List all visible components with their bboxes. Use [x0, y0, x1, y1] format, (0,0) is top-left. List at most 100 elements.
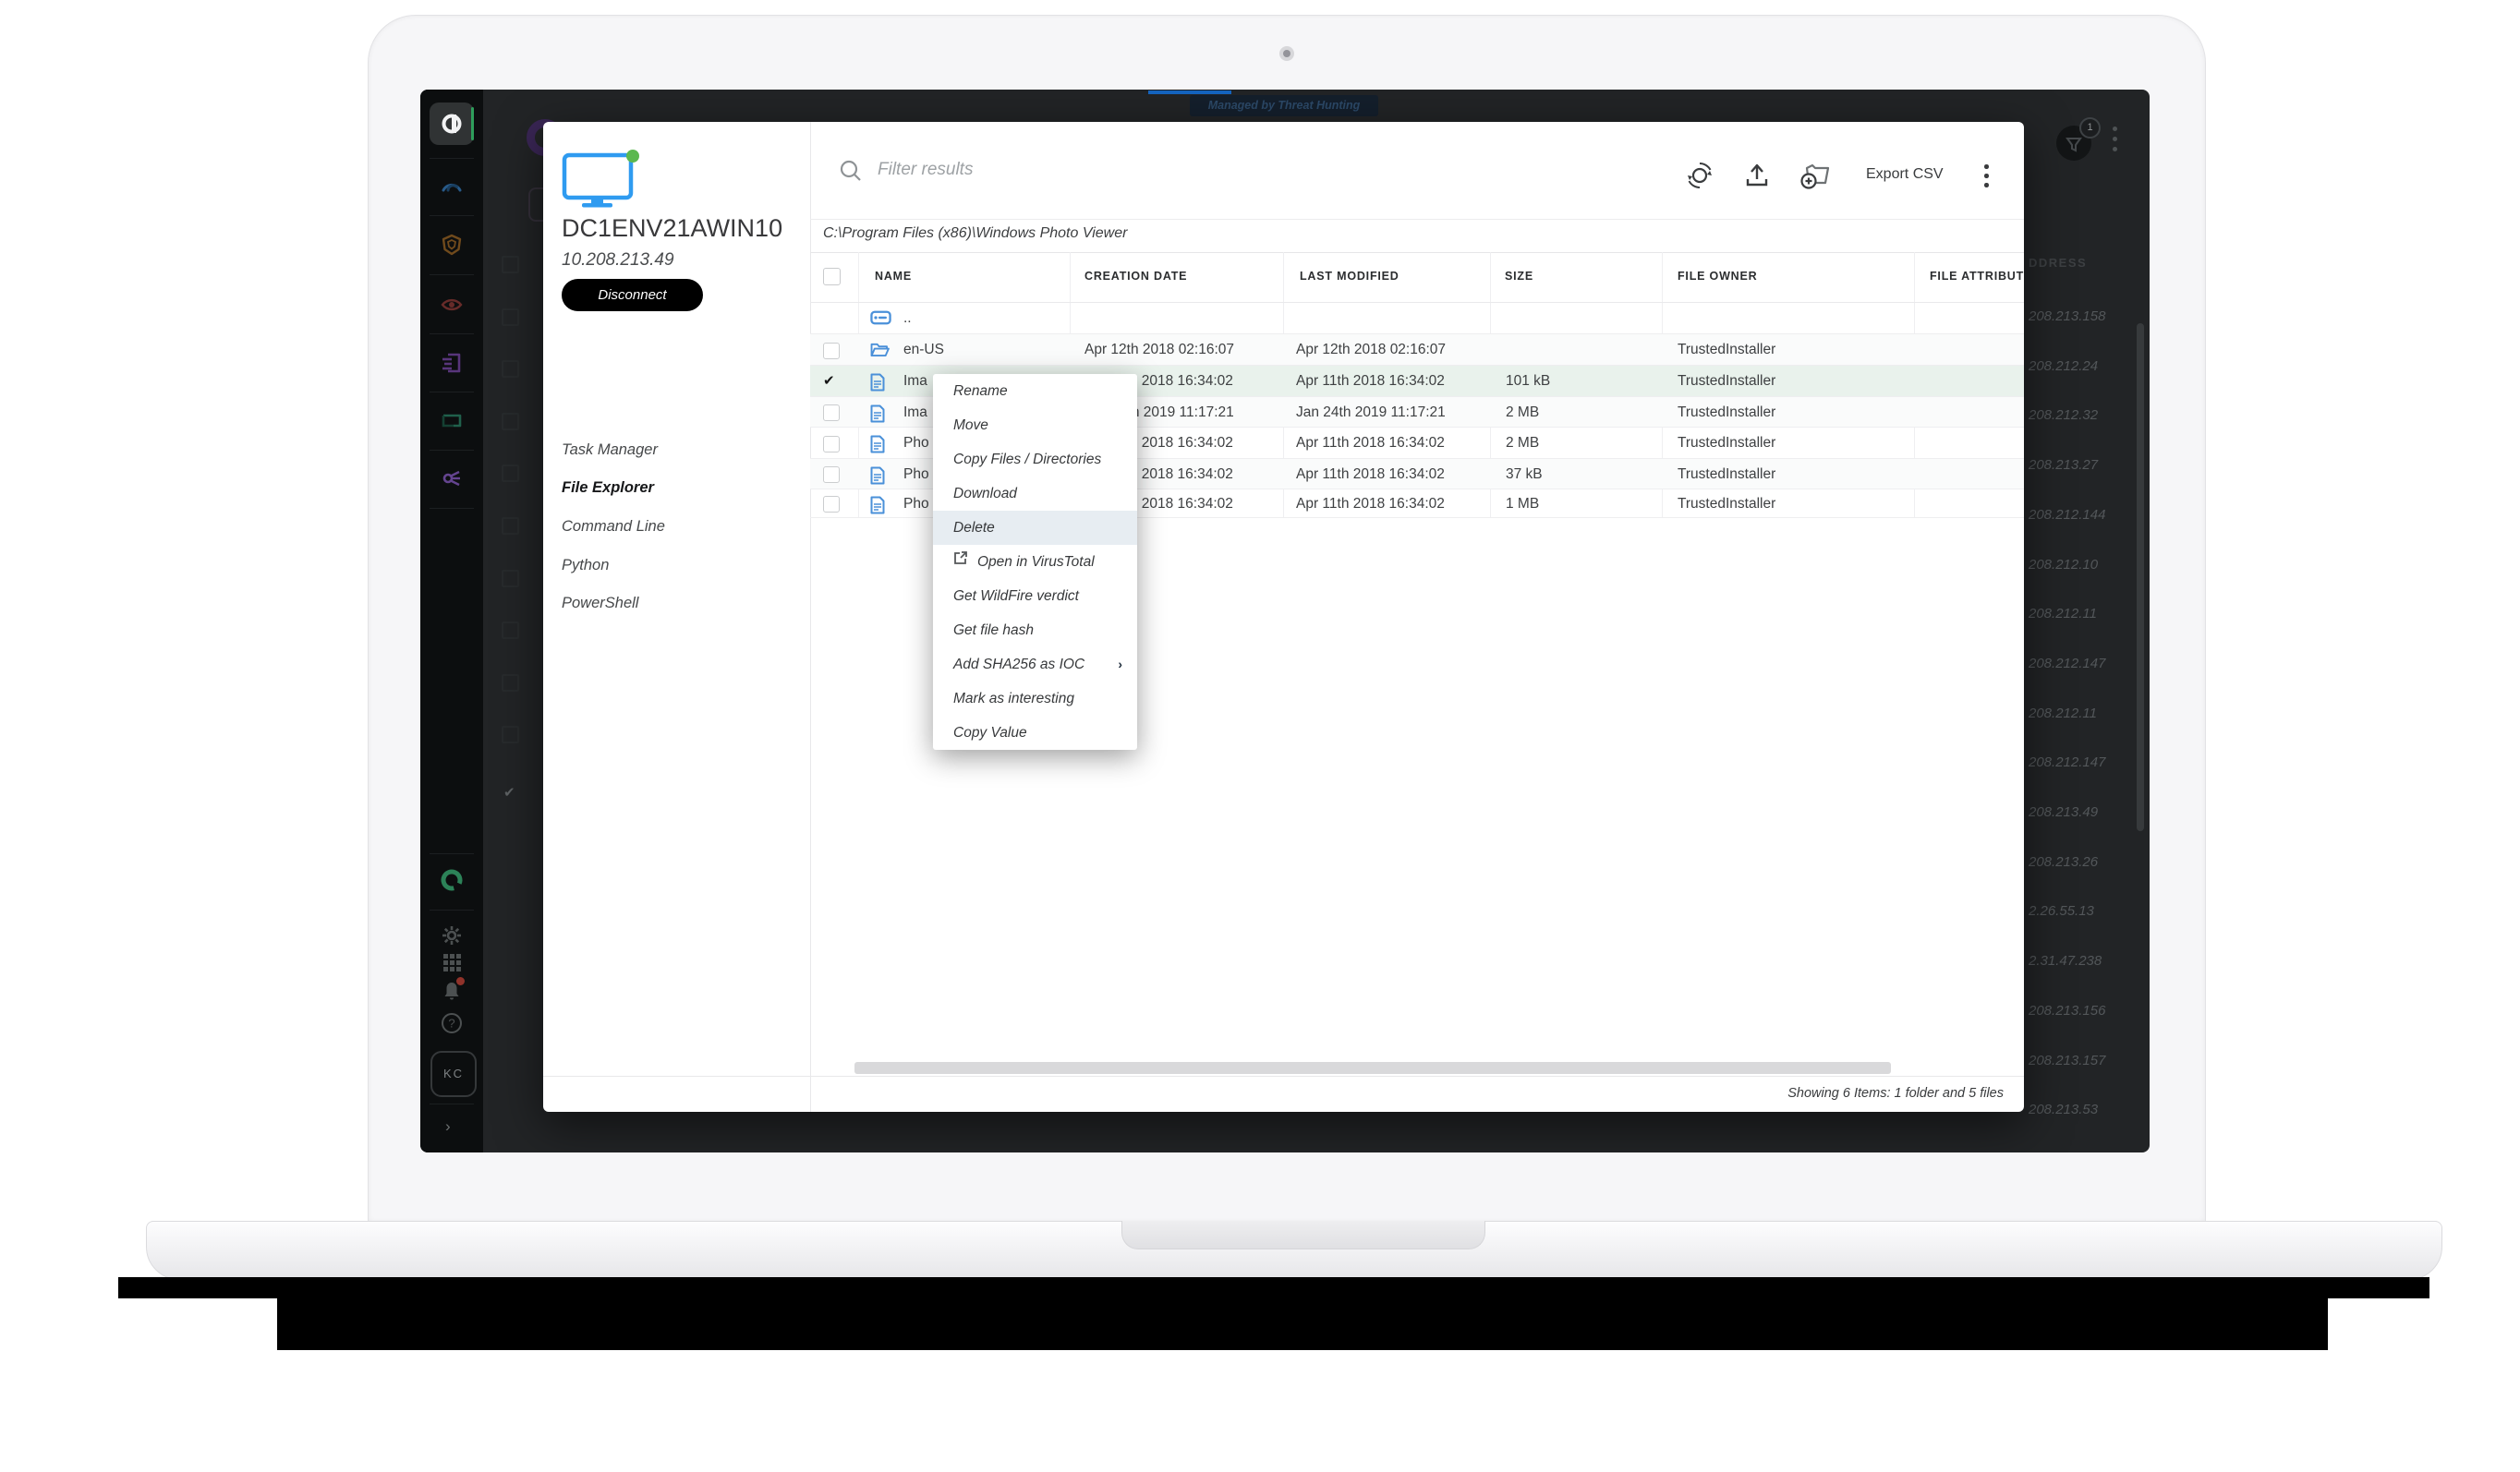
- terminal-monitor-icon[interactable]: [441, 410, 463, 432]
- context-menu-item-get-wildfire-verdict[interactable]: Get WildFire verdict: [933, 579, 1137, 613]
- background-ip-value: 208.213.158: [2029, 308, 2105, 324]
- column-header-file-attributes[interactable]: FILE ATTRIBUTES: [1930, 270, 2024, 283]
- file-name: Ima: [903, 366, 927, 397]
- file-icon: [870, 435, 885, 458]
- background-ip-value: 208.213.27: [2029, 457, 2098, 473]
- sidebar-item-powershell[interactable]: PowerShell: [562, 595, 638, 617]
- background-scrollbar[interactable]: [2137, 323, 2144, 831]
- settings-gear-icon[interactable]: [441, 924, 463, 947]
- up-folder-icon: [870, 310, 891, 330]
- column-header-name[interactable]: NAME: [875, 270, 912, 283]
- context-menu-item-download[interactable]: Download: [933, 477, 1137, 511]
- row-checkbox[interactable]: [823, 404, 840, 421]
- context-menu-item-delete[interactable]: Delete: [933, 511, 1137, 545]
- sidebar-item-python[interactable]: Python: [562, 557, 609, 579]
- shield-icon[interactable]: [441, 234, 463, 256]
- context-menu-item-copy-value[interactable]: Copy Value: [933, 716, 1137, 750]
- column-header-file-owner[interactable]: FILE OWNER: [1678, 270, 1757, 283]
- context-menu-item-open-in-virustotal[interactable]: Open in VirusTotal: [933, 545, 1137, 579]
- row-checkmark-icon[interactable]: ✔: [823, 366, 835, 397]
- sidebar-item-task-manager[interactable]: Task Manager: [562, 441, 658, 464]
- report-icon[interactable]: [441, 352, 463, 374]
- background-row-checkbox: [502, 308, 519, 326]
- external-link-icon: [953, 544, 968, 578]
- background-ip-value: 208.212.147: [2029, 754, 2105, 770]
- divider: [543, 1076, 2024, 1077]
- background-row-checkbox: [502, 465, 519, 482]
- row-checkbox[interactable]: [823, 436, 840, 452]
- network-icon[interactable]: [441, 467, 463, 489]
- row-checkbox[interactable]: [823, 496, 840, 513]
- apps-grid-icon[interactable]: [441, 951, 463, 973]
- help-icon[interactable]: ?: [441, 1012, 463, 1034]
- disconnect-button[interactable]: Disconnect: [562, 279, 703, 311]
- table-row[interactable]: ..: [810, 302, 2024, 334]
- column-header-last-modified[interactable]: LAST MODIFIED: [1300, 270, 1399, 283]
- file-owner: TrustedInstaller: [1678, 366, 1775, 397]
- sidebar-item-file-explorer[interactable]: File Explorer: [562, 479, 654, 501]
- laptop-shadow: [277, 1298, 2328, 1350]
- new-folder-icon[interactable]: [1799, 161, 1829, 190]
- endpoint-monitor-icon: [562, 150, 647, 213]
- cortex-logo-icon[interactable]: [430, 103, 474, 145]
- file-icon: [870, 373, 885, 396]
- upload-icon[interactable]: [1742, 161, 1772, 190]
- context-menu-item-get-file-hash[interactable]: Get file hash: [933, 613, 1137, 647]
- column-header-creation-date[interactable]: CREATION DATE: [1084, 270, 1187, 283]
- background-ip-value: 208.212.147: [2029, 656, 2105, 671]
- background-ip-value: 208.212.11: [2029, 706, 2097, 721]
- background-row-checkbox: [502, 360, 519, 378]
- session-ring-icon[interactable]: [440, 868, 462, 890]
- divider: [810, 252, 2024, 253]
- background-ip-value: 208.213.49: [2029, 804, 2098, 820]
- eye-icon[interactable]: [441, 294, 463, 316]
- column-header-size[interactable]: SIZE: [1505, 270, 1533, 283]
- divider: [430, 450, 474, 451]
- folder-icon: [870, 342, 890, 362]
- search-icon: [839, 159, 863, 187]
- background-row-checkbox: [502, 413, 519, 430]
- context-menu-item-mark-as-interesting[interactable]: Mark as interesting: [933, 682, 1137, 716]
- file-owner: TrustedInstaller: [1678, 334, 1775, 366]
- horizontal-scrollbar[interactable]: [854, 1062, 1891, 1074]
- file-icon: [870, 404, 885, 428]
- context-menu-item-copy-files-directories[interactable]: Copy Files / Directories: [933, 442, 1137, 477]
- filter-input[interactable]: Filter results: [878, 159, 973, 181]
- row-checkbox[interactable]: [823, 466, 840, 483]
- dashboard-gauge-icon[interactable]: [441, 175, 463, 197]
- export-csv-button[interactable]: Export CSV: [1866, 166, 1944, 183]
- file-size: 2 MB: [1506, 428, 1539, 459]
- refresh-icon[interactable]: [1685, 161, 1714, 190]
- last-modified: Apr 12th 2018 02:16:07: [1296, 334, 1446, 366]
- divider: [810, 219, 2024, 220]
- live-terminal-file-explorer-panel: DC1ENV21AWIN10 10.208.213.49 Disconnect …: [543, 122, 2024, 1112]
- context-menu-item-rename[interactable]: Rename: [933, 374, 1137, 408]
- background-row-checkbox: [502, 726, 519, 743]
- last-modified: Apr 11th 2018 16:34:02: [1296, 489, 1445, 518]
- kebab-menu-icon[interactable]: [2113, 127, 2117, 157]
- laptop-base-notch: [1121, 1221, 1485, 1249]
- background-ip-value: 2.26.55.13: [2029, 903, 2094, 919]
- row-checkbox[interactable]: [823, 343, 840, 359]
- file-size: 37 kB: [1506, 459, 1543, 489]
- kebab-menu-icon[interactable]: [1984, 164, 1989, 192]
- file-name: Ima: [903, 397, 927, 428]
- table-row[interactable]: en-USApr 12th 2018 02:16:07Apr 12th 2018…: [810, 334, 2024, 366]
- context-menu-item-add-sha256-as-ioc[interactable]: Add SHA256 as IOC›: [933, 647, 1137, 682]
- avatar[interactable]: KC: [430, 1051, 477, 1097]
- chevron-right-icon[interactable]: ›: [445, 1117, 451, 1136]
- app-screen: ? KC › Managed by Threat Hunting ✔ DDRES…: [420, 90, 2150, 1152]
- laptop-camera: [1279, 46, 1294, 61]
- sidebar-item-command-line[interactable]: Command Line: [562, 518, 665, 540]
- context-menu-item-move[interactable]: Move: [933, 408, 1137, 442]
- background-ip-value: 2.31.47.238: [2029, 953, 2102, 969]
- divider: [430, 853, 474, 854]
- file-name: Pho: [903, 489, 929, 518]
- file-name: ..: [903, 302, 912, 334]
- select-all-checkbox[interactable]: [823, 268, 841, 285]
- last-modified: Jan 24th 2019 11:17:21: [1296, 397, 1446, 428]
- background-ip-value: 208.213.53: [2029, 1102, 2098, 1117]
- background-ip-value: 208.212.144: [2029, 507, 2105, 523]
- notifications-bell-icon[interactable]: [441, 980, 463, 1002]
- breadcrumb-path: C:\Program Files (x86)\Windows Photo Vie…: [823, 225, 1127, 242]
